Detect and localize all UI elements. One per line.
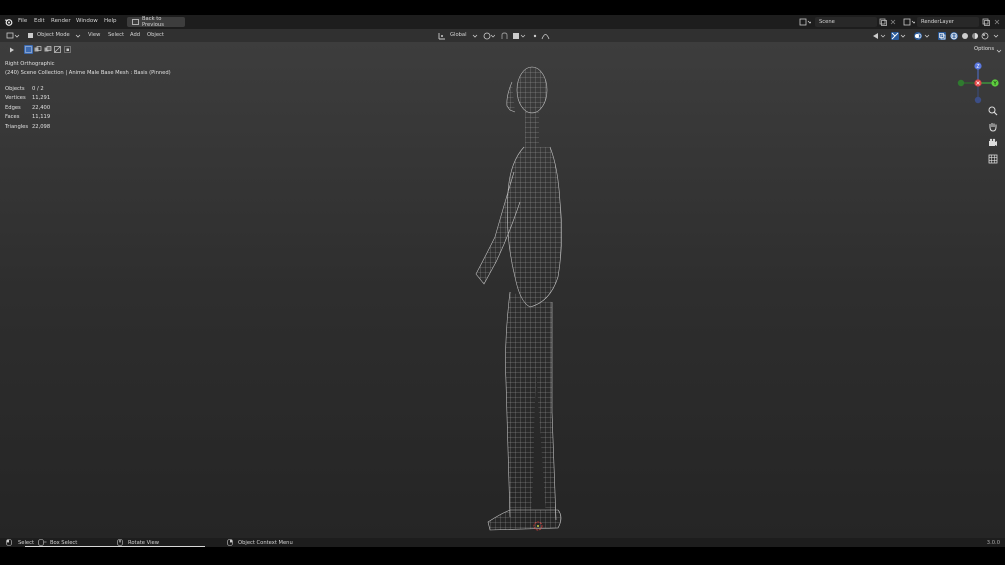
back-button-label: Back to Previous	[142, 16, 164, 28]
options-dropdown[interactable]: Options	[974, 46, 994, 52]
stat-value: 11,119	[32, 114, 51, 121]
chevron-down-icon	[993, 34, 999, 38]
rendered-shading-icon[interactable]	[981, 32, 989, 40]
view-name-label: Right Orthographic	[5, 61, 55, 67]
stat-value: 22,400	[32, 104, 51, 111]
render-layer-field[interactable]: RenderLayer	[917, 17, 979, 27]
menu-add[interactable]: Add	[130, 32, 140, 38]
visibility-selectability-icon[interactable]	[872, 32, 886, 40]
3d-viewport[interactable]: Options Right Orthographic (240) Scene C…	[0, 42, 1005, 538]
menu-help[interactable]: Help	[104, 18, 117, 24]
stat-row: Edges 22,400	[5, 104, 50, 113]
stat-row: Vertices 11,291	[5, 94, 50, 103]
snap-target-icon[interactable]	[512, 32, 526, 40]
stat-row: Faces 11,119	[5, 113, 50, 122]
zoom-icon[interactable]	[988, 106, 998, 116]
pivot-point-icon[interactable]	[483, 32, 495, 40]
menu-object[interactable]: Object	[147, 32, 164, 38]
play-arrow-icon	[10, 47, 14, 53]
select-subtract-icon[interactable]	[44, 46, 52, 54]
wireframe-sphere-icon	[950, 32, 958, 40]
mouse-drag-icon	[38, 539, 47, 546]
stat-label: Edges	[5, 104, 21, 111]
solid-shading-icon[interactable]	[961, 32, 969, 40]
stat-row: Objects 0 / 2	[5, 85, 50, 94]
screen-back-icon	[132, 19, 139, 25]
back-to-previous-button[interactable]: Back to Previous	[127, 16, 185, 28]
falloff-icon[interactable]	[541, 32, 550, 40]
stat-value: 0 / 2	[32, 86, 44, 92]
menu-edit[interactable]: Edit	[34, 18, 45, 24]
stat-label: Objects	[5, 86, 25, 92]
stat-label: Vertices	[5, 95, 26, 102]
duplicate-scene-icon[interactable]	[879, 18, 887, 26]
stat-label: Faces	[5, 114, 20, 121]
select-intersect-icon[interactable]	[64, 46, 72, 54]
menu-select[interactable]: Select	[108, 32, 124, 38]
version-label: 3.0.0	[986, 539, 1000, 546]
gizmo-icon	[891, 32, 899, 40]
mouse-right-icon	[227, 539, 233, 546]
statistics-overlay: Objects 0 / 2 Vertices 11,291 Edges 22,400 …	[5, 85, 50, 132]
menu-file[interactable]: File	[18, 18, 27, 24]
scene-name-field[interactable]: Scene	[815, 17, 877, 27]
svg-text:Z: Z	[976, 64, 979, 70]
blender-logo-icon[interactable]	[4, 18, 13, 26]
collection-info-label: (240) Scene Collection | Anime Male Base…	[5, 70, 171, 76]
menu-render[interactable]: Render	[51, 18, 71, 24]
select-hint: Select	[18, 539, 35, 546]
remove-layer-icon[interactable]	[994, 19, 1000, 25]
mouse-left-icon	[6, 539, 12, 546]
navigation-gizmo[interactable]: Z Y	[953, 60, 1003, 108]
select-extend-icon[interactable]	[34, 46, 42, 54]
chevron-down-icon	[75, 34, 81, 38]
menu-view[interactable]: View	[88, 32, 100, 38]
mouse-middle-icon	[117, 539, 123, 546]
top-menu-bar: File Edit Render Window Help Back to Pre…	[0, 15, 1005, 29]
stat-value: 22,098	[32, 123, 51, 130]
box-select-hint: Box Select	[50, 539, 78, 546]
stat-label: Triangles	[5, 123, 29, 130]
duplicate-layer-icon[interactable]	[982, 18, 990, 26]
progress-divider	[25, 546, 205, 547]
editor-type-icon[interactable]	[6, 32, 20, 40]
proportional-editing-icon[interactable]	[532, 33, 538, 39]
wireframe-mesh[interactable]	[460, 62, 580, 532]
xray-icon	[939, 33, 946, 40]
pan-hand-icon[interactable]	[988, 122, 998, 132]
context-menu-hint: Object Context Menu	[238, 539, 293, 546]
select-new-icon	[25, 46, 32, 53]
stat-value: 11,291	[32, 95, 51, 102]
camera-icon[interactable]	[988, 138, 998, 148]
snap-icon[interactable]	[501, 32, 508, 40]
remove-scene-icon[interactable]	[890, 19, 896, 25]
menu-window[interactable]: Window	[76, 18, 98, 24]
orientation-selector[interactable]: Global	[450, 32, 467, 38]
chevron-down-icon	[996, 49, 1002, 53]
grid-perspective-icon[interactable]	[988, 154, 998, 164]
chevron-down-icon	[472, 34, 478, 38]
rotate-view-hint: Rotate View	[128, 539, 159, 546]
material-preview-icon[interactable]	[971, 32, 979, 40]
overlays-icon	[915, 33, 922, 39]
scene-selector-icon[interactable]	[799, 18, 811, 26]
mode-selector[interactable]: Object Mode	[37, 32, 70, 38]
select-invert-icon[interactable]	[54, 46, 62, 54]
viewport-header: Object Mode View Select Add Object Globa…	[0, 29, 1005, 42]
view-layer-icon[interactable]	[903, 18, 915, 26]
stat-row: Triangles 22,098	[5, 123, 50, 132]
object-mode-icon	[28, 33, 33, 38]
transform-orientation-icon	[438, 33, 445, 40]
chevron-down-icon	[924, 34, 930, 38]
chevron-down-icon	[900, 34, 906, 38]
